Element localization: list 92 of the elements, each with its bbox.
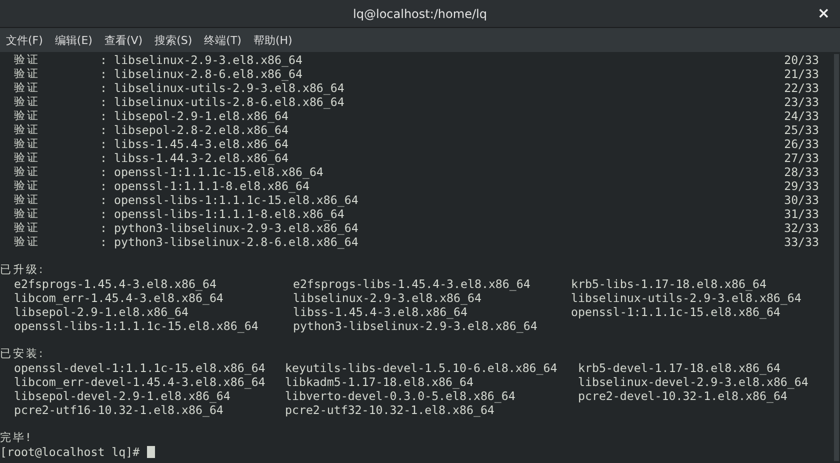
terminal-text: pcre2-utf16-10.32-1.el8.x86_64 — [14, 403, 224, 417]
terminal-text: libselinux-utils-2.8-6.el8.x86_64 — [114, 95, 346, 109]
terminal-text: 31/33 — [784, 207, 819, 221]
terminal-text: libsepol-2.8-2.el8.x86_64 — [114, 123, 290, 137]
terminal-text: 验证 — [14, 109, 41, 123]
terminal-text: openssl-libs-1:1.1.1c-15.el8.x86_64 — [114, 193, 360, 207]
terminal-text: : — [100, 67, 108, 81]
terminal-text: 验证 — [14, 165, 41, 179]
terminal-text: openssl-1:1.1.1c-15.el8.x86_64 — [114, 165, 324, 179]
terminal-text: : — [100, 207, 108, 221]
terminal-text: : — [100, 151, 108, 165]
terminal-text: 26/33 — [784, 137, 819, 151]
terminal-text: e2fsprogs-libs-1.45.4-3.el8.x86_64 — [293, 277, 532, 291]
terminal-text: 22/33 — [784, 81, 819, 95]
terminal-text: libsepol-devel-2.9-1.el8.x86_64 — [14, 389, 232, 403]
menu-item[interactable]: 文件(F) — [6, 32, 43, 48]
terminal-text: libss-1.45.4-3.el8.x86_64 — [114, 137, 290, 151]
terminal-text: libcom_err-1.45.4-3.el8.x86_64 — [14, 291, 224, 305]
terminal-text: 完毕! — [0, 431, 32, 445]
terminal-text: : — [100, 109, 108, 123]
window-title: lq@localhost:/home/lq — [353, 6, 487, 20]
terminal-text: 验证 — [14, 137, 41, 151]
scrollbar[interactable] — [834, 54, 839, 461]
terminal-text: 验证 — [14, 179, 41, 193]
terminal-text: libselinux-2.9-3.el8.x86_64 — [114, 53, 304, 67]
terminal-text: : — [100, 81, 108, 95]
terminal-text: pcre2-utf32-10.32-1.el8.x86_64 — [285, 403, 496, 417]
terminal-text: openssl-1:1.1.1c-15.el8.x86_64 — [571, 305, 782, 319]
terminal-text: 验证 — [14, 67, 41, 81]
terminal-text: : — [100, 137, 108, 151]
terminal-text: libverto-devel-0.3.0-5.el8.x86_64 — [285, 389, 516, 403]
menu-item[interactable]: 终端(T) — [204, 32, 242, 48]
text-cursor — [146, 446, 155, 458]
terminal-text: 验证 — [14, 193, 41, 207]
terminal-text: 验证 — [14, 81, 41, 95]
terminal-text: libss-1.44.3-2.el8.x86_64 — [114, 151, 290, 165]
terminal-text: 验证 — [14, 207, 41, 221]
terminal-text: 24/33 — [784, 109, 819, 123]
terminal-text: python3-libselinux-2.9-3.el8.x86_64 — [114, 221, 360, 235]
terminal-text: pcre2-devel-10.32-1.el8.x86_64 — [578, 389, 788, 403]
terminal-text: 验证 — [14, 221, 41, 235]
menu-item[interactable]: 帮助(H) — [253, 32, 292, 48]
terminal-text: openssl-libs-1:1.1.1c-15.el8.x86_64 — [14, 319, 260, 333]
terminal-text: krb5-libs-1.17-18.el8.x86_64 — [571, 277, 768, 291]
terminal-text: libss-1.45.4-3.el8.x86_64 — [293, 305, 469, 319]
terminal-text: 32/33 — [784, 221, 819, 235]
terminal-text: : — [100, 165, 108, 179]
terminal-text: libsepol-2.9-1.el8.x86_64 — [114, 109, 290, 123]
terminal-text: : — [100, 53, 108, 67]
terminal-text: libcom_err-devel-1.45.4-3.el8.x86_64 — [14, 375, 266, 389]
terminal-text: 33/33 — [784, 235, 819, 249]
terminal-text: 已安装: — [0, 347, 45, 361]
terminal-text: : — [100, 95, 108, 109]
terminal-text: 21/33 — [784, 67, 819, 81]
terminal-text: : — [100, 235, 108, 249]
menu-item[interactable]: 编辑(E) — [54, 32, 92, 48]
terminal-text: 30/33 — [784, 193, 819, 207]
terminal-text: 29/33 — [784, 179, 819, 193]
terminal-text: 25/33 — [784, 123, 819, 137]
terminal-text: libselinux-2.8-6.el8.x86_64 — [114, 67, 304, 81]
terminal-text: openssl-devel-1:1.1.1c-15.el8.x86_64 — [14, 361, 266, 375]
terminal-text: 验证 — [14, 235, 41, 249]
terminal-text: 验证 — [14, 151, 41, 165]
terminal-text: libselinux-devel-2.9-3.el8.x86_64 — [578, 375, 810, 389]
terminal-text: 23/33 — [784, 95, 819, 109]
terminal-text: : — [100, 193, 108, 207]
terminal-text: 验证 — [14, 123, 41, 137]
terminal-text: libselinux-2.9-3.el8.x86_64 — [293, 291, 482, 305]
close-button[interactable]: × — [813, 4, 834, 22]
terminal-text: libselinux-utils-2.9-3.el8.x86_64 — [114, 81, 346, 95]
terminal-text: 验证 — [14, 95, 41, 109]
terminal-text: 验证 — [14, 53, 41, 67]
terminal-text: keyutils-libs-devel-1.5.10-6.el8.x86_64 — [285, 361, 558, 375]
terminal-text: python3-libselinux-2.9-3.el8.x86_64 — [293, 319, 538, 333]
terminal-text: python3-libselinux-2.8-6.el8.x86_64 — [114, 235, 360, 249]
terminal-text: : — [100, 221, 108, 235]
terminal-text: e2fsprogs-1.45.4-3.el8.x86_64 — [14, 277, 218, 291]
terminal-text: 20/33 — [784, 53, 819, 67]
terminal-text: 已升级: — [0, 263, 45, 277]
terminal-text: : — [100, 123, 108, 137]
menu-item[interactable]: 搜索(S) — [154, 32, 192, 48]
menu-item[interactable]: 查看(V) — [104, 32, 143, 48]
terminal-text: openssl-libs-1:1.1.1-8.el8.x86_64 — [114, 207, 346, 221]
terminal-text: openssl-1:1.1.1-8.el8.x86_64 — [114, 179, 310, 193]
terminal-prompt: [root@localhost lq]# — [0, 445, 140, 459]
terminal-text: libsepol-2.9-1.el8.x86_64 — [14, 305, 190, 319]
terminal-text: 28/33 — [784, 165, 819, 179]
terminal-text: krb5-devel-1.17-18.el8.x86_64 — [578, 361, 782, 375]
terminal-text: 27/33 — [784, 151, 819, 165]
terminal-text: : — [100, 179, 108, 193]
terminal-text: libkadm5-1.17-18.el8.x86_64 — [285, 375, 474, 389]
terminal-text: libselinux-utils-2.9-3.el8.x86_64 — [571, 291, 802, 305]
